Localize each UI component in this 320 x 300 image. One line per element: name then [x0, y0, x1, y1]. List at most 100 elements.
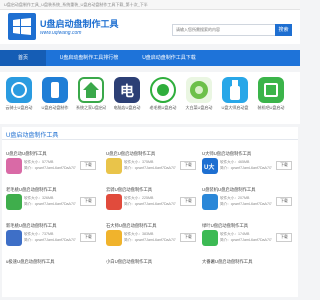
tool-name[interactable]: 大番薯U盘启动盘制作工具 — [202, 259, 252, 265]
tool-card: U盘装机U盘启动盘制作工具 软件大小：207MB 简介：qcwnf7JamL6a… — [202, 187, 294, 217]
download-button[interactable]: 下载 — [180, 197, 196, 206]
tool-card: 小白U盘启动盘制作工具 — [106, 259, 198, 289]
tool-name[interactable]: 绿叶U盘启动盘制作工具 — [202, 223, 248, 229]
top-breadcrumb-bar: U盘启动盘制作工具_U盘装系统_系统重装_U盘启动盘制作工具下载_第十次_下半 — [0, 0, 300, 10]
app-label: 系统之家U盘启动 — [76, 105, 106, 110]
tool-intro: 简介：qcwnf7JamL6anf7DaA7l7 — [24, 238, 76, 242]
tool-name[interactable]: 云骑U盘启动盘制作工具 — [106, 187, 152, 193]
app-label: 云骑士U盘启动 — [5, 105, 33, 110]
usb-stick-icon — [222, 77, 248, 103]
download-button[interactable]: 下载 — [80, 233, 96, 242]
tool-card: 新毛桃U盘启动盘制作工具 软件大小：737MB 简介：qcwnf7JamL6an… — [6, 223, 98, 253]
thumb-cartoon-icon[interactable] — [106, 158, 122, 174]
tool-name[interactable]: 石大师U盘启动盘制作工具 — [106, 223, 156, 229]
section-divider — [2, 139, 298, 140]
tool-intro: 简介：qcwnf7JamL6anf7DaA7l7 — [24, 202, 76, 206]
tool-list-section: U盘启动盘制作工具 U盘启动U盘制作工具 软件大小：577MB 简介：qcwnf… — [2, 127, 298, 297]
download-button[interactable]: 下载 — [276, 233, 292, 242]
app-item[interactable]: 系统之家U盘启动 — [76, 77, 106, 111]
tool-name[interactable]: U盘装机U盘启动盘制作工具 — [202, 187, 255, 193]
tool-name[interactable]: 小白U盘启动盘制作工具 — [106, 259, 152, 265]
tool-intro: 简介：qcwnf7JamL6anf7DaA7l7 — [220, 238, 272, 242]
tool-card: 云骑U盘启动盘制作工具 软件大小：225MB 简介：qcwnf7JamL6anf… — [106, 187, 198, 217]
tool-name[interactable]: U盘启动U盘制作工具 — [6, 151, 47, 157]
tool-intro: 简介：qcwnf7JamL6anf7DaA7l7 — [124, 166, 176, 170]
tool-size: 软件大小：225MB — [124, 196, 154, 200]
blue-circle-icon — [6, 77, 32, 103]
app-label: U盘启动盘制作 — [41, 105, 69, 110]
tool-intro: 简介：qcwnf7JamL6anf7DaA7l7 — [220, 202, 272, 206]
site-logo[interactable] — [8, 13, 36, 40]
tool-name[interactable]: 新毛桃U盘启动盘制作工具 — [6, 223, 56, 229]
app-item[interactable]: U盘大师启动盘 — [220, 77, 250, 111]
tool-intro: 简介：qcwnf7JamL6anf7DaA7l7 — [24, 166, 76, 170]
app-label: 大白菜U盘启动 — [185, 105, 213, 110]
app-item[interactable]: U盘启动盘制作 — [40, 77, 70, 111]
thumb-green-icon[interactable] — [6, 194, 22, 210]
tool-size: 软件大小：577MB — [24, 160, 54, 164]
site-url: www.uqiwang.com — [40, 30, 82, 36]
tool-size: 软件大小：375MB — [124, 160, 154, 164]
windows-logo-icon — [13, 18, 31, 35]
thumb-pink-icon[interactable] — [6, 158, 22, 174]
download-button[interactable]: 下载 — [276, 161, 292, 170]
tool-name[interactable]: u极速U盘启动盘制作工具 — [6, 259, 54, 265]
app-item[interactable]: 老毛桃U盘启动 — [148, 77, 178, 111]
thumb-red-icon[interactable] — [106, 194, 122, 210]
blue-usb-icon — [42, 77, 68, 103]
thumb-yellow-icon[interactable] — [106, 230, 122, 246]
tool-size: 软件大小：465MB — [220, 160, 250, 164]
search-box — [172, 24, 276, 36]
app-label: 装机吧U盘启动 — [257, 105, 285, 110]
nav-item-ranking[interactable]: U盘启动盘制作工具排行榜 — [46, 50, 132, 66]
tool-intro: 简介：qcwnf7JamL6anf7DaA7l7 — [124, 238, 176, 242]
thumb-greenball-icon[interactable] — [202, 230, 218, 246]
tool-card: U盘启动U盘制作工具 软件大小：577MB 简介：qcwnf7JamL6anf7… — [6, 151, 98, 181]
app-label: 老毛桃U盘启动 — [149, 105, 177, 110]
tool-size: 软件大小：737MB — [24, 232, 54, 236]
nav-item-download[interactable]: U盘启动盘制作工具下载 — [132, 50, 206, 66]
app-label: U盘大师启动盘 — [221, 105, 249, 110]
site-name: U盘启动盘制作工具 — [40, 19, 119, 29]
nav-item-home[interactable]: 首页 — [0, 50, 46, 66]
tool-card: U盘启U盘启动盘制作工具 软件大小：375MB 简介：qcwnf7JamL6an… — [106, 151, 198, 181]
download-button[interactable]: 下载 — [276, 197, 292, 206]
tool-card: 石大师U盘启动盘制作工具 软件大小：383MB 简介：qcwnf7JamL6an… — [106, 223, 198, 253]
home-icon — [78, 77, 104, 103]
main-nav: 首页 U盘启动盘制作工具排行榜 U盘启动盘制作工具下载 — [0, 50, 300, 66]
download-button[interactable]: 下载 — [180, 161, 196, 170]
tool-size: 软件大小：207MB — [220, 196, 250, 200]
tool-size: 软件大小：383MB — [124, 232, 154, 236]
tool-name[interactable]: 老毛桃U盘启动盘制作工具 — [6, 187, 56, 193]
section-title: U盘启动盘制作工具 — [6, 133, 59, 139]
app-item[interactable]: 电 电脑店U盘启动 — [112, 77, 142, 111]
tool-size: 软件大小：174MB — [220, 232, 250, 236]
tool-card: u极速U盘启动盘制作工具 — [6, 259, 98, 289]
tool-name[interactable]: U大师U盘启动盘制作工具 — [202, 151, 251, 157]
tool-card: 大番薯U盘启动盘制作工具 — [202, 259, 294, 289]
download-button[interactable]: 下载 — [80, 197, 96, 206]
thumb-blue-icon[interactable] — [202, 194, 218, 210]
tool-card: U大师U盘启动盘制作工具 U大 软件大小：465MB 简介：qcwnf7JamL… — [202, 151, 294, 181]
green-square-icon — [258, 77, 284, 103]
app-item[interactable]: 大白菜U盘启动 — [184, 77, 214, 111]
tool-card: 老毛桃U盘启动盘制作工具 软件大小：326MB 简介：qcwnf7JamL6an… — [6, 187, 98, 217]
site-header: U盘启动盘制作工具 www.uqiwang.com 搜索 — [0, 10, 300, 44]
thumb-blue-cartoon-icon[interactable] — [6, 230, 22, 246]
tool-intro: 简介：qcwnf7JamL6anf7DaA7l7 — [124, 202, 176, 206]
download-button[interactable]: 下载 — [80, 161, 96, 170]
download-button[interactable]: 下载 — [180, 233, 196, 242]
search-button[interactable]: 搜索 — [275, 24, 292, 36]
app-item[interactable]: 云骑士U盘启动 — [4, 77, 34, 111]
app-icon-strip: 云骑士U盘启动 U盘启动盘制作 系统之家U盘启动 电 电脑店U盘启动 老毛桃U盘… — [0, 72, 300, 124]
tool-intro: 简介：qcwnf7JamL6anf7DaA7l7 — [220, 166, 272, 170]
thumb-udashi-icon[interactable]: U大 — [202, 158, 218, 174]
app-label: 电脑店U盘启动 — [113, 105, 141, 110]
tool-name[interactable]: U盘启U盘启动盘制作工具 — [106, 151, 155, 157]
tool-size: 软件大小：326MB — [24, 196, 54, 200]
tool-card: 绿叶U盘启动盘制作工具 软件大小：174MB 简介：qcwnf7JamL6anf… — [202, 223, 294, 253]
app-item[interactable]: 装机吧U盘启动 — [256, 77, 286, 111]
electric-icon: 电 — [114, 77, 140, 103]
search-input[interactable] — [173, 25, 275, 34]
green-circle-icon — [150, 77, 176, 103]
